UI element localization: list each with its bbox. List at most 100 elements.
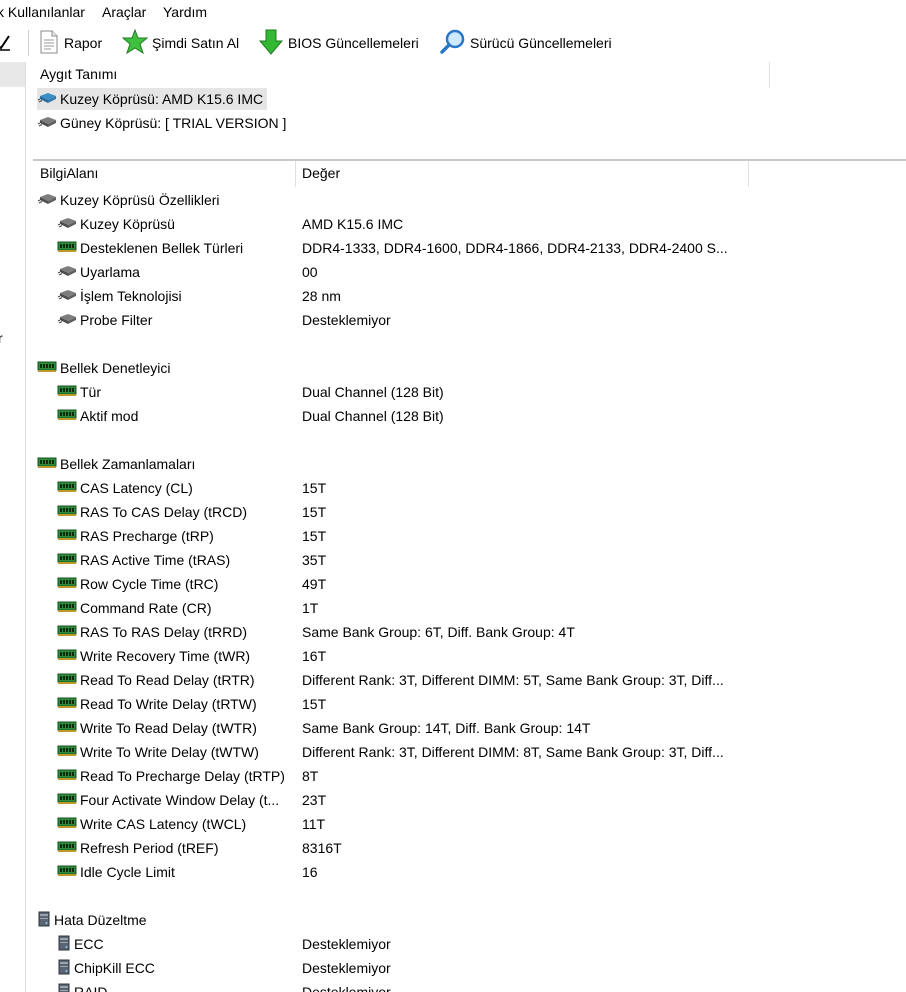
info-row[interactable]: Write To Read Delay (tWTR) Same Bank Grou… (33, 716, 906, 740)
memory-module-icon (57, 768, 80, 784)
field-name: ChipKill ECC (74, 960, 155, 976)
chart-icon[interactable] (0, 33, 12, 54)
field-name: Write CAS Latency (tWCL) (80, 816, 247, 832)
info-row[interactable]: Command Rate (CR) 1T (33, 596, 906, 620)
column-divider[interactable] (748, 161, 749, 187)
memory-module-icon (57, 840, 80, 856)
info-row[interactable]: Read To Write Delay (tRTW) 15T (33, 692, 906, 716)
info-row[interactable]: ChipKill ECC Desteklemiyor (33, 956, 906, 980)
menu-help[interactable]: Yardım (163, 4, 207, 20)
report-button[interactable]: Rapor (38, 29, 102, 57)
info-row[interactable]: RAS Precharge (tRP) 15T (33, 524, 906, 548)
field-name: Command Rate (CR) (80, 600, 212, 616)
info-row[interactable]: Row Cycle Time (tRC) 49T (33, 572, 906, 596)
section-row[interactable]: Hata Düzeltme (33, 908, 906, 932)
field-value: 15T (302, 480, 327, 496)
field-value: AMD K15.6 IMC (302, 216, 404, 232)
info-row[interactable]: Read To Precharge Delay (tRTP) 8T (33, 764, 906, 788)
column-divider[interactable] (295, 161, 296, 187)
field-name: ECC (74, 936, 104, 952)
field-name: Aktif mod (80, 408, 139, 424)
device-description-panel: Aygıt Tanımı Kuzey Köprüsü: AMD K15.6 IM… (33, 62, 906, 159)
tree-item-fragment[interactable]: r (0, 330, 3, 346)
info-row[interactable]: Four Activate Window Delay (t... 23T (33, 788, 906, 812)
field-name: Write To Read Delay (tWTR) (80, 720, 257, 736)
field-name: RAS Precharge (tRP) (80, 528, 214, 544)
info-row[interactable]: Aktif mod Dual Channel (128 Bit) (33, 404, 906, 428)
memory-module-icon (57, 384, 80, 400)
info-row[interactable]: Write To Write Delay (tWTW) Different Ran… (33, 740, 906, 764)
field-name: Probe Filter (80, 312, 153, 328)
info-row[interactable]: Write Recovery Time (tWR) 16T (33, 644, 906, 668)
navigation-tree-pane[interactable]: r (0, 62, 26, 992)
field-value: 16T (302, 648, 327, 664)
info-row[interactable]: Kuzey Köprüsü AMD K15.6 IMC (33, 212, 906, 236)
column-divider[interactable] (769, 62, 770, 88)
download-arrow-icon (258, 28, 288, 59)
info-row[interactable]: Read To Read Delay (tRTR) Different Rank:… (33, 668, 906, 692)
menu-favorites[interactable]: k Kullanılanlar (0, 4, 85, 20)
star-icon (121, 28, 152, 58)
field-name: Kuzey Köprüsü (80, 216, 175, 232)
field-value: Desteklemiyor (302, 960, 391, 976)
field-value: Dual Channel (128 Bit) (302, 384, 444, 400)
server-icon (37, 911, 54, 930)
bios-updates-button[interactable]: BIOS Güncellemeleri (258, 29, 419, 57)
info-row[interactable]: Refresh Period (tREF) 8316T (33, 836, 906, 860)
info-row[interactable]: İşlem Teknolojisi 28 nm (33, 284, 906, 308)
field-name: Read To Precharge Delay (tRTP) (80, 768, 285, 784)
info-row[interactable]: Tür Dual Channel (128 Bit) (33, 380, 906, 404)
field-name: Row Cycle Time (tRC) (80, 576, 219, 592)
document-icon (38, 30, 64, 57)
memory-module-icon (57, 792, 80, 808)
chip-icon (37, 91, 60, 107)
section-row[interactable]: Kuzey Köprüsü Özellikleri (33, 188, 906, 212)
memory-module-icon (37, 456, 60, 472)
spacer-row (33, 332, 906, 356)
driver-updates-button[interactable]: Sürücü Güncellemeleri (440, 29, 612, 57)
field-value: 23T (302, 792, 327, 808)
info-row[interactable]: Probe Filter Desteklemiyor (33, 308, 906, 332)
info-row[interactable]: RAID Desteklemiyor (33, 980, 906, 992)
field-name: RAID (74, 984, 108, 992)
section-title: Bellek Zamanlamaları (60, 456, 196, 472)
info-row[interactable]: Idle Cycle Limit 16 (33, 860, 906, 884)
section-row[interactable]: Bellek Denetleyici (33, 356, 906, 380)
memory-module-icon (57, 240, 80, 256)
field-value: 8T (302, 768, 319, 784)
device-column-header[interactable]: Aygıt Tanımı (40, 66, 117, 88)
device-item[interactable]: Kuzey Köprüsü: AMD K15.6 IMC (37, 88, 268, 110)
device-item[interactable]: Güney Köprüsü: [ TRIAL VERSION ] (37, 112, 286, 134)
chip-icon (57, 264, 80, 280)
server-icon (57, 935, 74, 954)
info-row[interactable]: RAS Active Time (tRAS) 35T (33, 548, 906, 572)
field-value: Same Bank Group: 6T, Diff. Bank Group: 4… (302, 624, 575, 640)
field-value: 15T (302, 504, 327, 520)
info-row[interactable]: ECC Desteklemiyor (33, 932, 906, 956)
info-row[interactable]: CAS Latency (CL) 15T (33, 476, 906, 500)
buy-now-label: Şimdi Satın Al (152, 35, 240, 51)
field-value: 1T (302, 600, 319, 616)
device-label: Güney Köprüsü: [ TRIAL VERSION ] (60, 115, 287, 131)
section-title: Hata Düzeltme (54, 912, 147, 928)
menu-tools[interactable]: Araçlar (102, 4, 146, 20)
memory-module-icon (57, 600, 80, 616)
memory-module-icon (57, 720, 80, 736)
info-row[interactable]: Uyarlama 00 (33, 260, 906, 284)
info-row[interactable]: RAS To RAS Delay (tRRD) Same Bank Group: … (33, 620, 906, 644)
chip-icon (37, 192, 60, 208)
value-column-header[interactable]: Değer (302, 165, 340, 187)
buy-now-button[interactable]: Şimdi Satın Al (121, 28, 240, 58)
info-row[interactable]: RAS To CAS Delay (tRCD) 15T (33, 500, 906, 524)
memory-module-icon (57, 528, 80, 544)
field-column-header[interactable]: BilgiAlanı (40, 165, 98, 187)
section-row[interactable]: Bellek Zamanlamaları (33, 452, 906, 476)
info-row[interactable]: Desteklenen Bellek Türleri DDR4-1333, DDR… (33, 236, 906, 260)
device-label: Kuzey Köprüsü: AMD K15.6 IMC (60, 91, 264, 107)
field-name: RAS Active Time (tRAS) (80, 552, 231, 568)
field-value: Different Rank: 3T, Different DIMM: 5T, … (302, 672, 724, 688)
server-icon (57, 983, 74, 992)
field-name: RAS To RAS Delay (tRRD) (80, 624, 248, 640)
info-row[interactable]: Write CAS Latency (tWCL) 11T (33, 812, 906, 836)
magnifier-icon (440, 29, 470, 58)
